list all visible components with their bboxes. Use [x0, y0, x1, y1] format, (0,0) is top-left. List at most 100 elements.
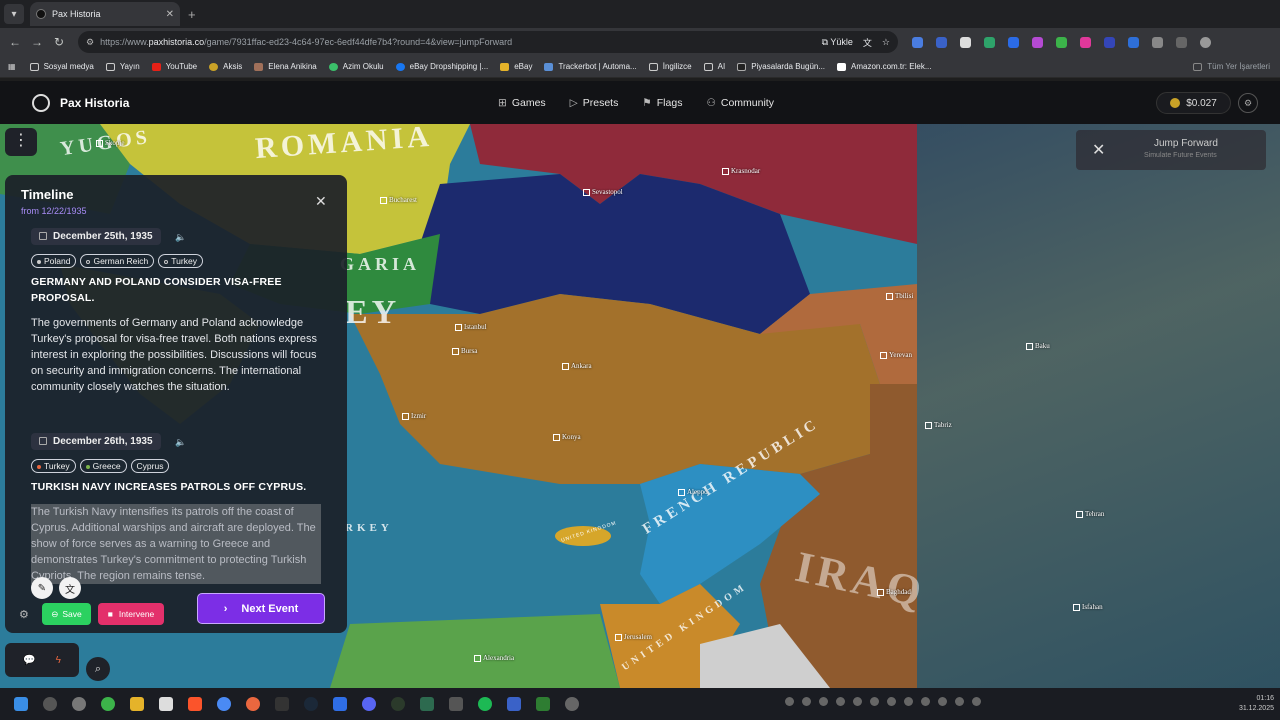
- extension-icon[interactable]: [1056, 36, 1067, 48]
- back-icon[interactable]: ←: [4, 35, 26, 49]
- taskbar-clock[interactable]: 01:16 31.12.2025: [1239, 694, 1274, 714]
- extension-icon[interactable]: [1080, 36, 1091, 48]
- nav-flags[interactable]: ⚑ Flags: [642, 97, 682, 109]
- tray-icon[interactable]: [802, 697, 811, 706]
- chat-icon[interactable]: 💬: [23, 655, 35, 666]
- city-bursa[interactable]: Bursa: [452, 347, 477, 355]
- tray-icon[interactable]: [938, 697, 947, 706]
- bookmark-item[interactable]: Amazon.com.tr: Elek...: [837, 62, 931, 71]
- city-konya[interactable]: Konya: [553, 433, 581, 441]
- next-event-button[interactable]: › Next Event: [197, 593, 325, 624]
- city-tabriz[interactable]: Tabriz: [925, 421, 952, 429]
- forward-icon[interactable]: →: [26, 35, 48, 49]
- magic-wand-icon[interactable]: ✎: [31, 577, 53, 599]
- nav-presets[interactable]: ▷ Presets: [570, 97, 619, 109]
- new-tab-icon[interactable]: +: [188, 7, 196, 22]
- close-tab-icon[interactable]: ✕: [166, 9, 174, 20]
- speaker-icon[interactable]: 🔈: [175, 437, 186, 448]
- city-aleppo[interactable]: Aleppo: [678, 488, 708, 496]
- store-icon[interactable]: [159, 697, 173, 711]
- windows-start-icon[interactable]: [14, 697, 28, 711]
- epic-games-icon[interactable]: [275, 697, 289, 711]
- city-isfahan[interactable]: Isfahan: [1073, 603, 1103, 611]
- city-bucharest[interactable]: Bucharest: [380, 196, 417, 204]
- app-icon[interactable]: [333, 697, 347, 711]
- search-icon[interactable]: [43, 697, 57, 711]
- profile-avatar-icon[interactable]: [1200, 36, 1211, 48]
- app-icon[interactable]: [536, 697, 550, 711]
- tray-icon[interactable]: [836, 697, 845, 706]
- app-icon[interactable]: [565, 697, 579, 711]
- bookmark-item[interactable]: AI: [703, 62, 725, 71]
- speaker-icon[interactable]: 🔈: [175, 232, 186, 243]
- xbox-icon[interactable]: [101, 697, 115, 711]
- bookmark-item[interactable]: Aksis: [209, 62, 242, 71]
- settings-icon[interactable]: ⚙: [19, 608, 29, 621]
- city-baghdad[interactable]: Baghdad: [877, 588, 911, 596]
- extension-icon[interactable]: [984, 36, 995, 48]
- app-icon[interactable]: [507, 697, 521, 711]
- city-sevastopol[interactable]: Sevastopol: [583, 188, 623, 196]
- translate-icon[interactable]: 文: [863, 36, 872, 49]
- extension-icon[interactable]: [1104, 36, 1115, 48]
- extension-icon[interactable]: [936, 36, 947, 48]
- balance-badge[interactable]: $0.027: [1156, 92, 1231, 114]
- tray-icon[interactable]: [819, 697, 828, 706]
- city-izmir[interactable]: Izmir: [402, 412, 426, 420]
- app-icon[interactable]: [72, 697, 86, 711]
- city-jerusalem[interactable]: Jerusalem: [615, 633, 652, 641]
- translate-tool-icon[interactable]: 文: [59, 577, 81, 599]
- account-icon[interactable]: ⚙: [1238, 93, 1258, 113]
- tray-icon[interactable]: [904, 697, 913, 706]
- app-icon[interactable]: [420, 697, 434, 711]
- city-skopje[interactable]: Skopje: [96, 139, 124, 147]
- apps-grid-icon[interactable]: ▦: [8, 62, 16, 71]
- city-yerevan[interactable]: Yerevan: [880, 351, 912, 359]
- close-jump-icon[interactable]: ✕: [1092, 140, 1105, 160]
- country-tag[interactable]: Turkey: [31, 459, 76, 473]
- city-istanbul[interactable]: Istanbul: [455, 323, 487, 331]
- more-menu-icon[interactable]: ⋮: [5, 128, 37, 156]
- bookmark-item[interactable]: Piyasalarda Bugün...: [737, 62, 825, 71]
- file-explorer-icon[interactable]: [130, 697, 144, 711]
- map-search-icon[interactable]: ⌕: [86, 657, 110, 681]
- bookmark-item[interactable]: YouTube: [151, 62, 197, 71]
- tray-icon[interactable]: [921, 697, 930, 706]
- city-krasnodar[interactable]: Krasnodar: [722, 167, 760, 175]
- country-tag[interactable]: Greece: [79, 459, 127, 473]
- lightning-icon[interactable]: ϟ: [56, 655, 61, 666]
- country-tag[interactable]: Turkey: [158, 254, 203, 268]
- country-tag[interactable]: German Reich: [80, 254, 155, 268]
- extension-icon[interactable]: [1008, 36, 1019, 48]
- discord-icon[interactable]: [362, 697, 376, 711]
- bookmark-item[interactable]: Sosyal medya: [29, 62, 94, 71]
- site-info-icon[interactable]: ⚙: [86, 37, 94, 48]
- bookmark-item[interactable]: eBay Dropshipping |...: [395, 62, 488, 71]
- tab-search-icon[interactable]: ▾: [4, 4, 24, 24]
- bookmark-item[interactable]: eBay: [500, 62, 532, 71]
- save-button[interactable]: ⊖ Save: [42, 603, 91, 625]
- browser-tab[interactable]: Pax Historia ✕: [30, 2, 180, 26]
- nav-community[interactable]: ⚇ Community: [706, 97, 774, 109]
- all-bookmarks[interactable]: Tüm Yer İşaretleri: [1193, 62, 1270, 71]
- install-app-button[interactable]: ⧉ Yükle: [822, 37, 853, 48]
- steam-icon[interactable]: [304, 697, 318, 711]
- city-tehran[interactable]: Tehran: [1076, 510, 1104, 518]
- tray-icon[interactable]: [887, 697, 896, 706]
- bookmark-item[interactable]: İngilizce: [648, 62, 692, 71]
- address-bar[interactable]: ⚙ https://www. paxhistoria.co/game/7931ff…: [78, 31, 898, 53]
- ea-icon[interactable]: [246, 697, 260, 711]
- app-icon[interactable]: [449, 697, 463, 711]
- bookmark-item[interactable]: Trackerbot | Automa...: [544, 62, 637, 71]
- brave-icon[interactable]: [188, 697, 202, 711]
- extension-icon[interactable]: [912, 36, 923, 48]
- bookmark-item[interactable]: Azim Okulu: [328, 62, 384, 71]
- extension-icon[interactable]: [1128, 36, 1139, 48]
- extension-icon[interactable]: [1032, 36, 1043, 48]
- close-timeline-icon[interactable]: ✕: [315, 193, 327, 210]
- city-ankara[interactable]: Ankara: [562, 362, 592, 370]
- bookmark-item[interactable]: Yayın: [105, 62, 140, 71]
- extension-icon[interactable]: [960, 36, 971, 48]
- app-icon[interactable]: [391, 697, 405, 711]
- tray-icon[interactable]: [972, 697, 981, 706]
